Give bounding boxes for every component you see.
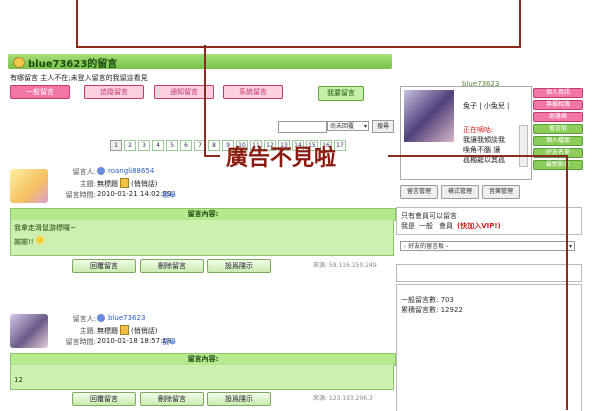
delete-button[interactable]: 刪除留言 bbox=[140, 259, 204, 273]
status-select[interactable]: 尚未回覆 ▾ bbox=[327, 121, 369, 131]
friend-guestbook-select-value: - 好友的留言板 - bbox=[404, 243, 449, 250]
report-link[interactable]: 檢舉 bbox=[162, 190, 176, 200]
ad-placeholder-box bbox=[76, 0, 521, 48]
profile-name: 兔子 | 小兔兒 | bbox=[463, 102, 510, 110]
side-btn-info[interactable]: 個人資訊 bbox=[533, 88, 583, 98]
content-line: 謝謝!! bbox=[14, 238, 34, 246]
content-body: 12 bbox=[10, 365, 394, 390]
author-link[interactable]: blue73623 bbox=[108, 314, 145, 322]
page-title: blue73623的留言 bbox=[28, 59, 118, 70]
status-line: 我讓我傾談我 bbox=[463, 136, 505, 144]
subject-label: 主題: bbox=[79, 180, 96, 188]
content-line: 我拿走滑鼠游標囉~ bbox=[14, 224, 76, 232]
member-label: 會員 bbox=[439, 222, 453, 230]
avatar[interactable] bbox=[10, 314, 48, 348]
general-count: 一般留言數: 703 bbox=[401, 296, 454, 304]
tab-follow[interactable]: 追蹤留言 bbox=[84, 85, 144, 99]
ip-source: 來源: 123.193.206.3 bbox=[313, 395, 373, 402]
lock-icon bbox=[120, 325, 129, 335]
page-link[interactable]: 2 bbox=[124, 140, 136, 151]
subject-label: 主題: bbox=[79, 327, 96, 335]
private-tag: (悄悄話) bbox=[131, 180, 158, 188]
side-btn-guestbook[interactable]: 留言版 bbox=[533, 124, 583, 134]
vip-link[interactable]: (快加入VIP!) bbox=[457, 221, 501, 231]
chevron-down-icon: ▾ bbox=[363, 123, 367, 130]
content-line: 12 bbox=[14, 376, 23, 384]
manage-music-button[interactable]: 音樂管理 bbox=[482, 185, 520, 199]
subject-value: 無標題 bbox=[97, 327, 118, 335]
annotation-line bbox=[566, 155, 568, 410]
chevron-down-icon: ▾ bbox=[568, 243, 572, 250]
lock-icon bbox=[120, 178, 129, 188]
status-scrollbar[interactable] bbox=[519, 125, 528, 167]
user-icon bbox=[97, 167, 105, 175]
status-select-value: 尚未回覆 bbox=[330, 123, 355, 130]
report-link[interactable]: 檢舉 bbox=[162, 337, 176, 347]
page-link[interactable]: 3 bbox=[138, 140, 150, 151]
author-label: 留言人: bbox=[72, 315, 96, 323]
member-level: 一般 bbox=[419, 222, 433, 230]
reply-button[interactable]: 回覆留言 bbox=[72, 392, 136, 406]
write-message-button[interactable]: 我要留言 bbox=[318, 86, 364, 101]
manage-messages-button[interactable]: 留言管理 bbox=[400, 185, 438, 199]
manage-styles-button[interactable]: 樣式管理 bbox=[441, 185, 479, 199]
page-link[interactable]: 5 bbox=[166, 140, 178, 151]
avatar[interactable] bbox=[10, 169, 48, 203]
search-button[interactable]: 搜尋 bbox=[372, 120, 394, 133]
stats-panel: 一般留言數: 703 累積留言數: 12922 bbox=[396, 284, 582, 411]
annotation-line bbox=[204, 155, 220, 157]
page-link[interactable]: 6 bbox=[180, 140, 192, 151]
content-body: 我拿走滑鼠游標囉~ 謝謝!! bbox=[10, 220, 394, 256]
side-btn-blog[interactable]: 部落格 bbox=[533, 112, 583, 122]
annotation-text: 廣告不見啦 bbox=[226, 146, 337, 171]
annotation-line bbox=[388, 155, 568, 157]
side-btn-album[interactable]: 專屬相簿 bbox=[533, 100, 583, 110]
status-line: 喚角不腦 讓 bbox=[463, 146, 501, 154]
page-link[interactable]: 4 bbox=[152, 140, 164, 151]
status-label: 正在嘀咕: bbox=[463, 126, 494, 134]
hide-button[interactable]: 設爲隱示 bbox=[207, 259, 271, 273]
time-value: 2010-01-21 14:02:59 bbox=[97, 190, 172, 198]
speech-bubble-icon bbox=[13, 57, 25, 68]
time-label: 留言時間: bbox=[65, 191, 96, 199]
time-value: 2010-01-18 18:57:18 bbox=[97, 337, 172, 345]
page-link[interactable]: 1 bbox=[110, 140, 122, 151]
member-notice-panel: 只有會員可以留言 我是 一般 會員 (快加入VIP!) bbox=[396, 207, 582, 235]
side-btn-videos[interactable]: 最新影片 bbox=[533, 160, 583, 170]
friend-guestbook-select[interactable]: - 好友的留言板 - ▾ bbox=[400, 241, 575, 251]
profile-photo[interactable] bbox=[404, 90, 454, 142]
reply-button[interactable]: 回覆留言 bbox=[72, 259, 136, 273]
message-entry: 留言人: 主題: 留言時間: blue73623 無標題 (悄悄話) 2010-… bbox=[10, 310, 396, 410]
member-notice-prefix: 我是 bbox=[401, 222, 415, 230]
total-count: 累積留言數: 12922 bbox=[401, 306, 463, 314]
tab-system[interactable]: 系統留言 bbox=[223, 85, 283, 99]
empty-panel bbox=[396, 264, 582, 282]
member-notice-line1: 只有會員可以留言 bbox=[401, 212, 457, 220]
profile-card: 兔子 | 小兔兒 | 正在嘀咕: 我讓我傾談我 喚角不腦 讓 孤獨罷以其孤 bbox=[400, 86, 532, 180]
hide-button[interactable]: 設爲隱示 bbox=[207, 392, 271, 406]
smiley-icon bbox=[35, 236, 44, 244]
search-input[interactable] bbox=[278, 121, 327, 133]
side-btn-profile[interactable]: 個人檔案 bbox=[533, 136, 583, 146]
time-label: 留言時間: bbox=[65, 338, 96, 346]
tab-general[interactable]: 一般留言 bbox=[10, 85, 70, 99]
page-title-bar: blue73623的留言 bbox=[8, 54, 392, 70]
delete-button[interactable]: 刪除留言 bbox=[140, 392, 204, 406]
subject-value: 無標題 bbox=[97, 180, 118, 188]
author-link[interactable]: roangli88654 bbox=[108, 167, 154, 175]
message-entry: 留言人: 主題: 留言時間: roangli88654 無標題 (悄悄話) 20… bbox=[10, 165, 396, 275]
annotation-line bbox=[204, 45, 206, 157]
author-label: 留言人: bbox=[72, 168, 96, 176]
ip-source: 來源: 59.116.150.249 bbox=[313, 262, 377, 269]
page-link[interactable]: 8 bbox=[208, 140, 220, 151]
guestbook-notice: 有哪留言 主人不在;未登入留言的我留這看見 bbox=[10, 74, 148, 82]
private-tag: (悄悄話) bbox=[131, 327, 158, 335]
user-icon bbox=[97, 314, 105, 322]
